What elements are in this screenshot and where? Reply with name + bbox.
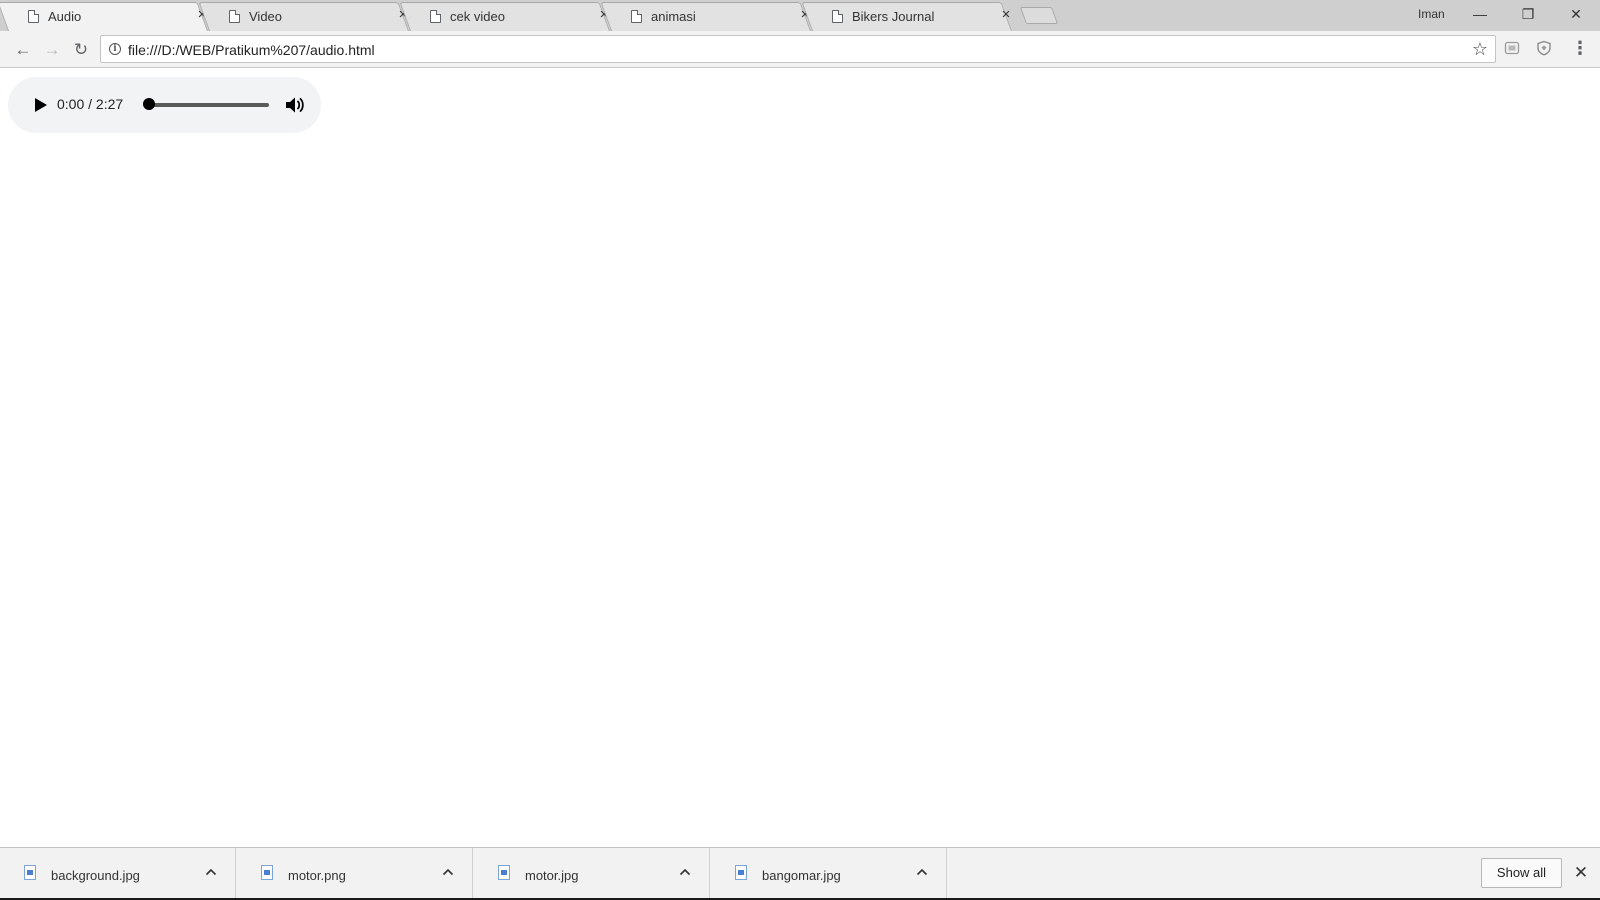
menu-icon[interactable]: ⋮ (1571, 38, 1589, 58)
download-item[interactable]: motor.png (237, 848, 473, 900)
image-file-icon (261, 865, 273, 880)
shelf-close-icon[interactable]: ✕ (1572, 864, 1590, 882)
download-filename[interactable]: background.jpg (51, 868, 140, 883)
image-file-icon (24, 865, 36, 880)
chevron-up-icon[interactable] (677, 864, 693, 880)
page-icon (229, 10, 240, 23)
page-icon (28, 10, 39, 23)
play-icon[interactable] (30, 95, 50, 115)
download-item[interactable]: bangomar.jpg (711, 848, 947, 900)
minimize-icon[interactable]: — (1457, 0, 1503, 28)
tab-title: Bikers Journal (852, 9, 935, 24)
image-file-icon (498, 865, 510, 880)
download-filename[interactable]: motor.jpg (525, 868, 578, 883)
reload-icon[interactable]: ↻ (69, 38, 93, 62)
chevron-up-icon[interactable] (914, 864, 930, 880)
volume-icon[interactable] (283, 93, 307, 117)
seek-thumb[interactable] (143, 98, 155, 110)
tab-title: animasi (651, 9, 696, 24)
address-bar[interactable]: i file:///D:/WEB/Pratikum%207/audio.html… (100, 35, 1496, 63)
window-close-icon[interactable]: ✕ (1553, 0, 1599, 28)
new-tab-button[interactable] (1019, 7, 1059, 24)
download-filename[interactable]: motor.png (288, 868, 346, 883)
image-file-icon (735, 865, 747, 880)
page-icon (832, 10, 843, 23)
tab-strip: Audio × Video × cek video × animasi × Bi… (0, 0, 1600, 31)
chevron-up-icon[interactable] (440, 864, 456, 880)
shield-icon[interactable] (1536, 40, 1552, 56)
tab-bikers-journal[interactable]: Bikers Journal × (801, 2, 1014, 31)
time-display: 0:00 / 2:27 (57, 96, 124, 112)
back-icon[interactable]: ← (11, 38, 35, 62)
page-icon (430, 10, 441, 23)
extension-icon[interactable] (1504, 40, 1520, 56)
profile-name[interactable]: Iman (1418, 7, 1445, 21)
tab-animasi[interactable]: animasi × (600, 2, 811, 31)
tab-audio[interactable]: Audio × (0, 2, 208, 31)
browser-toolbar: ← → ↻ i file:///D:/WEB/Pratikum%207/audi… (0, 31, 1600, 68)
tab-close-icon[interactable]: × (998, 7, 1014, 23)
page-icon (631, 10, 642, 23)
chevron-up-icon[interactable] (203, 864, 219, 880)
info-icon[interactable]: i (109, 43, 121, 55)
tab-title: cek video (450, 9, 505, 24)
bookmark-star-icon[interactable]: ☆ (1469, 38, 1491, 60)
tab-title: Audio (48, 9, 82, 24)
tab-title: Video (249, 9, 283, 24)
seek-slider[interactable] (149, 103, 269, 107)
tab-cek-video[interactable]: cek video × (399, 2, 610, 31)
forward-icon[interactable]: → (40, 38, 64, 62)
restore-icon[interactable]: ❐ (1505, 0, 1551, 28)
browser-window: Audio × Video × cek video × animasi × Bi… (0, 0, 1600, 900)
url-text[interactable]: file:///D:/WEB/Pratikum%207/audio.html (128, 42, 375, 58)
download-item[interactable]: background.jpg (0, 848, 236, 900)
tab-video[interactable]: Video × (198, 2, 409, 31)
audio-player: 0:00 / 2:27 (8, 77, 321, 133)
download-shelf: background.jpg motor.png motor.jpg bango… (0, 847, 1600, 900)
download-item[interactable]: motor.jpg (474, 848, 710, 900)
show-all-button[interactable]: Show all (1481, 858, 1562, 888)
download-filename[interactable]: bangomar.jpg (762, 868, 841, 883)
